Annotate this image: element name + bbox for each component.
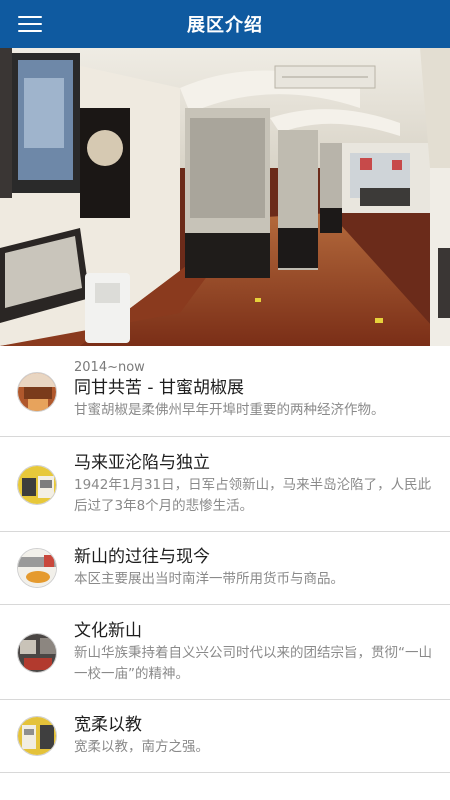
exhibit-description: 宽柔以教，南方之强。	[74, 739, 209, 755]
exhibit-title: 文化新山	[74, 621, 142, 641]
hamburger-menu-icon[interactable]	[10, 9, 52, 39]
list-item[interactable]: 文化新山 新山华族秉持着自义兴公司时代以来的团结宗旨，贯彻“一山一校一庙”的精神…	[0, 605, 450, 700]
exhibit-description: 新山华族秉持着自义兴公司时代以来的团结宗旨，贯彻“一山一校一庙”的精神。	[74, 645, 432, 682]
exhibit-title: 新山的过往与现今	[74, 547, 210, 567]
currency-thumbnail	[17, 548, 57, 588]
exhibit-description: 甘蜜胡椒是柔佛州早年开埠时重要的两种经济作物。	[74, 402, 385, 418]
exhibit-period: 2014~now	[74, 360, 145, 375]
exhibit-description: 本区主要展出当时南洋一带所用货币与商品。	[74, 571, 344, 587]
gambier-pepper-thumbnail	[17, 372, 57, 412]
list-item[interactable]: 马来亚沦陷与独立 1942年1月31日，日军占领新山，马来半岛沦陷了，人民此后过…	[0, 437, 450, 532]
app-header: 展区介绍	[0, 0, 450, 48]
education-thumbnail	[17, 716, 57, 756]
exhibit-title: 宽柔以教	[74, 715, 142, 735]
exhibit-list: 2014~now 同甘共苦 - 甘蜜胡椒展 甘蜜胡椒是柔佛州早年开埠时重要的两种…	[0, 346, 450, 773]
exhibit-title: 马来亚沦陷与独立	[74, 453, 210, 473]
exhibit-description: 1942年1月31日，日军占领新山，马来半岛沦陷了，人民此后过了3年8个月的悲惨…	[74, 477, 432, 514]
list-item[interactable]: 2014~now 同甘共苦 - 甘蜜胡椒展 甘蜜胡椒是柔佛州早年开埠时重要的两种…	[0, 346, 450, 437]
culture-thumbnail	[17, 633, 57, 673]
list-item[interactable]: 宽柔以教 宽柔以教，南方之强。	[0, 700, 450, 773]
list-item[interactable]: 新山的过往与现今 本区主要展出当时南洋一带所用货币与商品。	[0, 532, 450, 605]
exhibition-hall-photo	[0, 48, 450, 346]
occupation-thumbnail	[17, 465, 57, 505]
exhibit-title: 同甘共苦 - 甘蜜胡椒展	[74, 378, 244, 398]
hero-image	[0, 48, 450, 346]
page-title: 展区介绍	[187, 15, 263, 36]
